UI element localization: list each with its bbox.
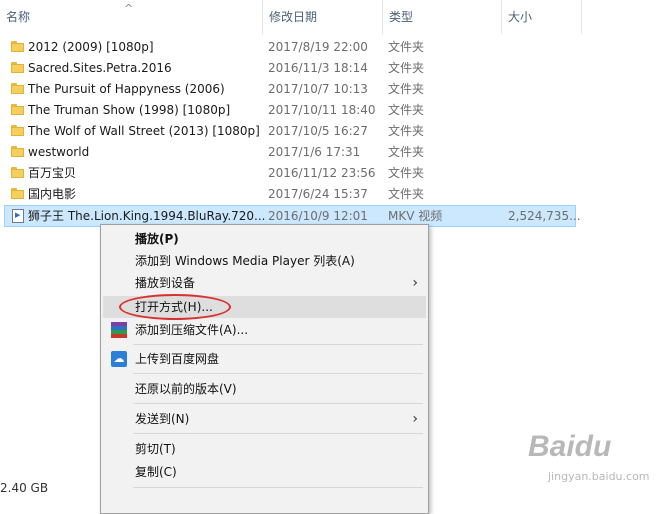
file-name: 国内电影	[28, 187, 77, 201]
winrar-icon	[111, 322, 127, 338]
file-row[interactable]: The Wolf of Wall Street (2013) [1080p] 2…	[0, 121, 666, 142]
menu-item-label: 复制(C)	[135, 465, 177, 479]
folder-icon	[11, 104, 24, 115]
menu-item-label: 剪切(T)	[135, 442, 176, 456]
folder-icon	[11, 188, 24, 199]
menu-item-label: 播放到设备	[135, 276, 196, 290]
menu-item-cast-to-device[interactable]: 播放到设备 ›	[103, 272, 426, 294]
file-name: 2012 (2009) [1080p]	[28, 40, 154, 54]
file-name: The Pursuit of Happyness (2006)	[28, 82, 225, 96]
file-type: 文件夹	[388, 166, 425, 180]
status-bar-size: 2.40 GB	[0, 481, 49, 495]
file-name: westworld	[28, 145, 90, 159]
menu-item-label: 添加到压缩文件(A)...	[135, 323, 249, 337]
file-row[interactable]: 国内电影 2017/6/24 15:37 文件夹	[0, 184, 666, 205]
column-header-size[interactable]: 大小	[502, 0, 582, 34]
chevron-right-icon: ›	[412, 275, 418, 291]
watermark-brand: Baidu	[528, 430, 612, 463]
baidu-cloud-icon: ☁	[111, 351, 127, 367]
file-name: The Truman Show (1998) [1080p]	[28, 103, 231, 117]
menu-item-send-to[interactable]: 发送到(N) ›	[103, 408, 426, 430]
file-type: 文件夹	[388, 187, 425, 201]
file-row[interactable]: Sacred.Sites.Petra.2016 2016/11/3 18:14 …	[0, 58, 666, 79]
column-header-size-label: 大小	[508, 10, 533, 24]
column-header-type[interactable]: 类型	[383, 0, 502, 34]
file-date: 2017/10/5 16:27	[268, 124, 368, 138]
file-type: 文件夹	[388, 145, 425, 159]
chevron-right-icon: ›	[412, 411, 418, 427]
menu-item-restore-versions[interactable]: 还原以前的版本(V)	[103, 378, 426, 400]
folder-icon	[11, 167, 24, 178]
file-name: The Wolf of Wall Street (2013) [1080p]	[28, 124, 260, 138]
menu-item-label: 添加到 Windows Media Player 列表(A)	[135, 254, 355, 268]
menu-item-upload-baidu[interactable]: ☁ 上传到百度网盘	[103, 348, 426, 370]
highlight-oval	[119, 294, 231, 320]
column-header-date-label: 修改日期	[269, 10, 318, 24]
folder-icon	[11, 62, 24, 73]
column-header: 名称 ^ 修改日期 类型 大小	[0, 0, 666, 34]
column-header-date[interactable]: 修改日期	[263, 0, 383, 34]
watermark-url: jingyan.baidu.com	[548, 470, 650, 483]
menu-item-label: 发送到(N)	[135, 412, 190, 426]
menu-separator	[133, 487, 423, 488]
column-header-name-label: 名称	[6, 10, 31, 24]
file-row[interactable]: 百万宝贝 2016/11/12 23:56 文件夹	[0, 163, 666, 184]
file-date: 2017/6/24 15:37	[268, 187, 368, 201]
file-date: 2017/10/11 18:40	[268, 103, 376, 117]
column-header-type-label: 类型	[389, 10, 414, 24]
menu-separator	[133, 373, 423, 374]
folder-icon	[11, 83, 24, 94]
menu-separator	[133, 403, 423, 404]
folder-icon	[11, 41, 24, 52]
menu-item-label: 上传到百度网盘	[135, 352, 220, 366]
file-date: 2017/1/6 17:31	[268, 145, 361, 159]
file-date: 2016/11/12 23:56	[268, 166, 376, 180]
folder-icon	[11, 146, 24, 157]
file-date: 2017/10/7 10:13	[268, 82, 368, 96]
file-date: 2016/11/3 18:14	[268, 61, 368, 75]
menu-item-play[interactable]: 播放(P)	[103, 228, 426, 250]
file-row[interactable]: The Truman Show (1998) [1080p] 2017/10/1…	[0, 100, 666, 121]
file-row[interactable]: The Pursuit of Happyness (2006) 2017/10/…	[0, 79, 666, 100]
file-row[interactable]: 2012 (2009) [1080p] 2017/8/19 22:00 文件夹	[0, 37, 666, 58]
file-type: 文件夹	[388, 40, 425, 54]
file-type: 文件夹	[388, 103, 425, 117]
file-row[interactable]: westworld 2017/1/6 17:31 文件夹	[0, 142, 666, 163]
menu-item-label: 还原以前的版本(V)	[135, 382, 237, 396]
sort-arrow-icon: ^	[124, 2, 134, 15]
context-menu: 播放(P) 添加到 Windows Media Player 列表(A) 播放到…	[100, 224, 429, 514]
file-name: 百万宝贝	[28, 166, 77, 180]
menu-item-label: 播放(P)	[135, 232, 179, 246]
file-type: 文件夹	[388, 124, 425, 138]
baidu-watermark-logo: Baidu jingyan.baidu.com	[528, 430, 660, 490]
menu-item-add-to-archive[interactable]: 添加到压缩文件(A)...	[103, 319, 426, 341]
menu-item-add-to-wmp[interactable]: 添加到 Windows Media Player 列表(A)	[103, 250, 426, 272]
menu-separator	[133, 344, 423, 345]
menu-item-copy[interactable]: 复制(C)	[103, 461, 426, 483]
file-date: 2017/8/19 22:00	[268, 40, 368, 54]
video-file-icon	[12, 209, 24, 223]
file-type: 文件夹	[388, 61, 425, 75]
menu-separator	[133, 433, 423, 434]
menu-item-cut[interactable]: 剪切(T)	[103, 438, 426, 460]
file-size: 2,524,735...	[508, 209, 581, 223]
file-name: Sacred.Sites.Petra.2016	[28, 61, 172, 75]
file-type: 文件夹	[388, 82, 425, 96]
folder-icon	[11, 125, 24, 136]
